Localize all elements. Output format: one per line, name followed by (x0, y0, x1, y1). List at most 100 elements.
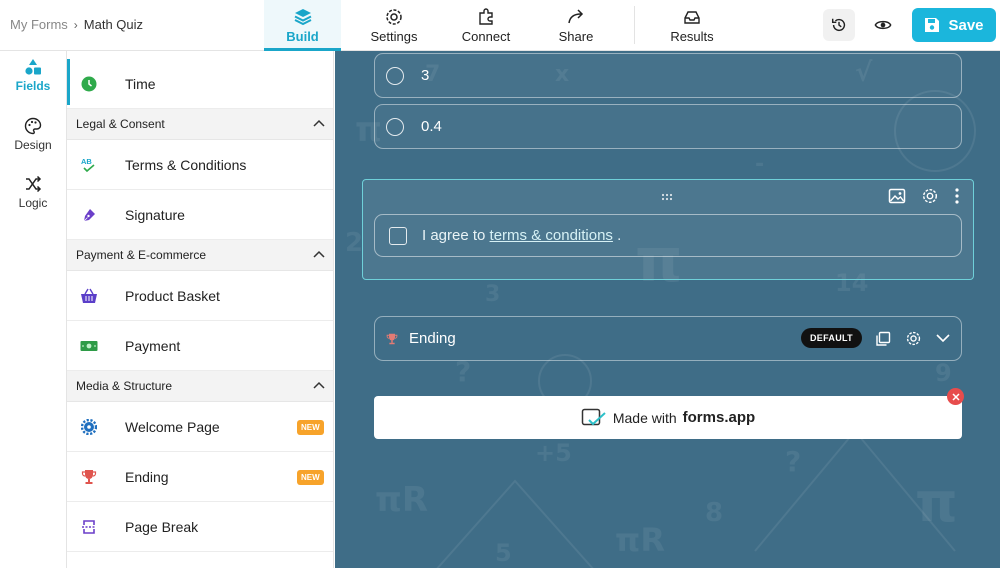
answer-option-text: 0.4 (421, 118, 442, 135)
field-item-page-break[interactable]: Page Break (67, 502, 333, 552)
field-label: Terms & Conditions (125, 156, 247, 173)
fields-panel: Time Legal & Consent AB Terms & Conditio… (67, 51, 334, 568)
svg-text:πR: πR (375, 480, 428, 520)
shuffle-icon (26, 175, 42, 193)
top-bar: My Forms › Math Quiz Build Settings Conn… (0, 0, 1000, 51)
page-break-icon (79, 517, 99, 537)
svg-text:AB: AB (81, 157, 92, 166)
section-label: Legal & Consent (76, 117, 165, 131)
drag-handle-icon[interactable] (661, 193, 673, 201)
section-media-structure[interactable]: Media & Structure (67, 371, 333, 402)
shapes-icon (25, 59, 41, 75)
field-label: Welcome Page (125, 418, 220, 435)
field-item-product-basket[interactable]: Product Basket (67, 271, 333, 321)
tab-settings-label: Settings (370, 29, 418, 44)
radio-circle (386, 117, 404, 136)
save-button[interactable]: Save (912, 8, 996, 42)
close-icon (951, 392, 960, 401)
made-with-forms-app-banner[interactable]: Made with forms.app (374, 396, 962, 439)
more-vertical-icon[interactable] (954, 187, 960, 205)
terms-agree-option[interactable]: I agree to terms & conditions . (374, 214, 962, 257)
rail-design-label: Design (14, 138, 52, 152)
rail-item-logic[interactable]: Logic (0, 175, 66, 210)
terms-question-block[interactable]: I agree to terms & conditions . (362, 179, 974, 280)
breadcrumb-separator-icon: › (73, 17, 78, 32)
field-label: Signature (125, 206, 185, 223)
section-legal-consent[interactable]: Legal & Consent (67, 109, 333, 140)
tab-results-label: Results (670, 29, 714, 44)
ending-label: Ending (409, 330, 456, 347)
field-item-welcome-page[interactable]: Welcome Page NEW (67, 402, 333, 452)
radio-circle (386, 66, 404, 85)
trophy-icon (79, 467, 99, 487)
section-label: Media & Structure (76, 379, 173, 393)
chevron-up-icon (313, 119, 325, 127)
palette-icon (24, 117, 42, 135)
save-button-label: Save (948, 16, 984, 34)
field-label: Payment (125, 337, 181, 354)
section-payment-ecommerce[interactable]: Payment & E-commerce (67, 240, 333, 271)
history-button[interactable] (823, 9, 855, 41)
field-item-time[interactable]: Time (67, 59, 333, 109)
tab-connect-label: Connect (461, 29, 511, 44)
tab-share-label: Share (558, 29, 594, 44)
form-canvas: π π π πR πR 2 ? ? +5 √ x 9 7 8 5 14 3 - … (335, 51, 1000, 568)
duplicate-icon[interactable] (875, 331, 891, 347)
brand-name: forms.app (682, 409, 756, 426)
svg-text:+5: +5 (535, 439, 572, 467)
terms-agree-text: I agree to terms & conditions . (422, 227, 621, 244)
gear-icon[interactable] (905, 330, 922, 347)
answer-option[interactable]: 3 (374, 53, 962, 98)
field-item-signature[interactable]: Signature (67, 190, 333, 240)
rail-item-fields[interactable]: Fields (0, 58, 66, 93)
svg-text:?: ? (785, 445, 801, 478)
banknote-icon (79, 336, 99, 356)
field-item-ending[interactable]: Ending NEW (67, 452, 333, 502)
tab-share[interactable]: Share (545, 0, 607, 51)
made-with-text: Made with (612, 409, 677, 426)
svg-text:8: 8 (705, 498, 723, 528)
basket-icon (79, 286, 99, 306)
gear-icon[interactable] (921, 187, 939, 205)
field-label: Page Break (125, 518, 199, 535)
cog-icon (79, 417, 99, 437)
preview-button[interactable] (867, 9, 899, 41)
rail-item-design[interactable]: Design (0, 117, 66, 152)
field-item-terms-conditions[interactable]: AB Terms & Conditions (67, 140, 333, 190)
gear-icon (386, 9, 402, 25)
share-arrow-icon (568, 9, 584, 24)
terms-link[interactable]: terms & conditions (490, 227, 613, 244)
history-icon (831, 18, 846, 32)
checkbox[interactable] (389, 226, 407, 245)
ending-page-block[interactable]: Ending DEFAULT (374, 316, 962, 361)
tab-results[interactable]: Results (664, 0, 720, 51)
chevron-up-icon (313, 381, 325, 389)
answer-option-text: 3 (421, 67, 430, 84)
chevron-down-icon[interactable] (936, 334, 950, 343)
field-item-payment[interactable]: Payment (67, 321, 333, 371)
pen-nib-icon (79, 205, 99, 225)
tab-build[interactable]: Build (264, 0, 341, 51)
tab-settings[interactable]: Settings (359, 0, 429, 51)
tab-build-label: Build (286, 29, 319, 44)
svg-text:3: 3 (485, 282, 500, 307)
tab-connect[interactable]: Connect (450, 0, 522, 51)
left-rail: Fields Design Logic (0, 51, 67, 568)
chevron-up-icon (313, 250, 325, 258)
layers-icon (294, 9, 311, 26)
image-icon[interactable] (888, 187, 906, 205)
svg-text:π: π (915, 471, 958, 534)
new-badge: NEW (297, 470, 324, 485)
clock-icon (79, 74, 99, 94)
svg-text:2: 2 (345, 228, 363, 258)
field-label: Time (125, 75, 156, 92)
inbox-icon (684, 11, 700, 24)
rail-fields-label: Fields (15, 79, 51, 93)
forms-app-logo-icon (581, 408, 606, 425)
close-banner-button[interactable] (947, 388, 964, 405)
breadcrumb: My Forms › Math Quiz (10, 17, 143, 32)
breadcrumb-root[interactable]: My Forms (10, 17, 68, 32)
answer-option[interactable]: 0.4 (374, 104, 962, 149)
field-label: Ending (125, 468, 169, 485)
floppy-disk-icon (925, 18, 940, 32)
